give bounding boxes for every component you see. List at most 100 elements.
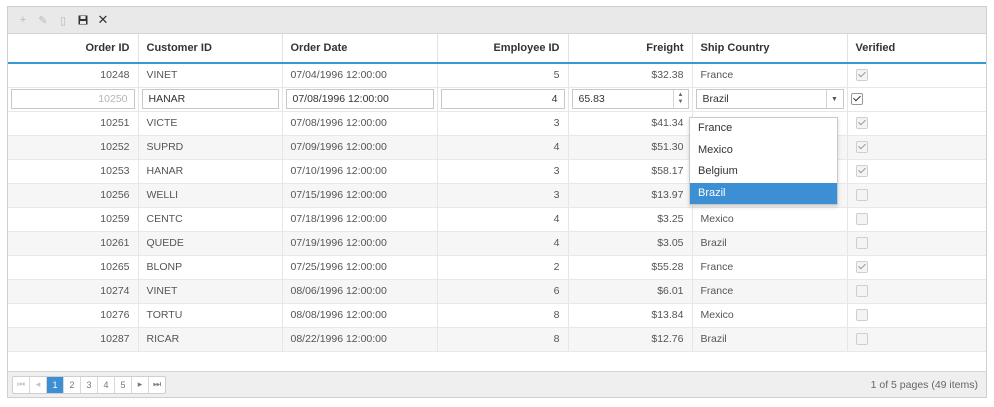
cell-customer-id: HANAR (138, 159, 283, 184)
cell-customer-id: SUPRD (138, 135, 283, 160)
cell-ship-country: France (692, 63, 848, 88)
column-header-verified[interactable]: Verified (847, 34, 986, 64)
cell-customer-id: VINET (138, 63, 283, 88)
table-row[interactable]: 10261 QUEDE 07/19/1996 12:00:00 4 $3.05 Brazi… (8, 231, 986, 256)
column-header-order-id[interactable]: Order ID (8, 34, 139, 64)
header-row: Order ID Customer ID Order Date Employee… (8, 34, 986, 64)
column-header-order-date[interactable]: Order Date (282, 34, 438, 64)
grid-table: Order ID Customer ID Order Date Employee… (8, 34, 986, 352)
cell-employee-id: 6 (437, 279, 569, 304)
save-icon (78, 15, 88, 25)
delete-button[interactable]: ▯ (54, 11, 72, 29)
order-date-input[interactable]: 07/08/1996 12:00:00 (285, 89, 434, 109)
cell-order-id: 10276 (8, 303, 139, 328)
table-row[interactable]: 10251VICTE07/08/1996 12:00:003$41.34Fran… (8, 111, 986, 136)
cell-verified (847, 183, 986, 208)
cell-freight: $41.34 (568, 111, 693, 136)
edit-cell-order-date: 07/08/1996 12:00:00 (282, 87, 438, 112)
cell-verified (847, 327, 986, 352)
spin-buttons[interactable]: ▲ ▼ (672, 90, 688, 108)
page-button-2[interactable]: 2 (64, 376, 81, 393)
cell-ship-country: Brazil (692, 327, 848, 352)
page-button-5[interactable]: 5 (115, 376, 132, 393)
dropdown-option[interactable]: France (690, 118, 837, 140)
table-row[interactable]: 10274 VINET 08/06/1996 12:00:00 6 $6.01 Franc… (8, 279, 986, 304)
close-icon: ✕ (97, 12, 109, 27)
next-page-button[interactable]: ▸ (132, 376, 149, 393)
pager-info: 1 of 5 pages (49 items) (870, 378, 978, 391)
save-button[interactable] (74, 11, 92, 29)
freight-value: 65.83 (578, 93, 605, 105)
column-header-ship-country[interactable]: Ship Country (692, 34, 848, 64)
cell-verified (847, 63, 986, 88)
verified-checkbox (855, 285, 868, 298)
cell-freight: $13.97 (568, 183, 693, 208)
cell-verified (847, 111, 986, 136)
cell-order-id: 10287 (8, 327, 139, 352)
cell-order-date: 08/22/1996 12:00:00 (282, 327, 438, 352)
table-row[interactable]: 10276 TORTU 08/08/1996 12:00:00 8 $13.84 Mexi… (8, 303, 986, 328)
table-row[interactable]: 10287 RICAR 08/22/1996 12:00:00 8 $12.76 Braz… (8, 327, 986, 352)
cell-order-id: 10274 (8, 279, 139, 304)
table-row[interactable]: 10253HANAR07/10/1996 12:00:003$58.17Braz… (8, 159, 986, 184)
table-row[interactable]: 10248 VINET 07/04/1996 12:00:00 5 $32.38 Fran… (8, 63, 986, 88)
edit-button[interactable]: ✎ (34, 11, 52, 29)
cell-verified (847, 207, 986, 232)
table-row-editing[interactable]: 10250 HANAR 07/08/1996 12:00:00 4 65.83 ▲ ▼ Bra… (8, 87, 986, 112)
verified-checkbox (855, 165, 868, 178)
cell-order-date: 07/25/1996 12:00:00 (282, 255, 438, 280)
column-header-employee-id[interactable]: Employee ID (437, 34, 569, 64)
cell-freight: $32.38 (568, 63, 693, 88)
trash-icon: ▯ (59, 14, 67, 27)
cell-employee-id: 3 (437, 159, 569, 184)
cell-customer-id: VINET (138, 279, 283, 304)
dropdown-option-selected[interactable]: Brazil (690, 182, 837, 204)
verified-checkbox (855, 189, 868, 202)
page-button-3[interactable]: 3 (81, 376, 98, 393)
spin-down-icon[interactable]: ▼ (678, 99, 684, 106)
edit-cell-verified (847, 87, 986, 112)
table-row[interactable]: 10256WELLI07/15/1996 12:00:003$13.97Braz… (8, 183, 986, 208)
cell-customer-id: QUEDE (138, 231, 283, 256)
customer-id-input[interactable]: HANAR (141, 89, 279, 109)
last-page-button[interactable]: ⏭ (149, 377, 165, 393)
page-button-4[interactable]: 4 (98, 376, 115, 393)
verified-checkbox (855, 141, 868, 154)
add-button[interactable]: + (14, 11, 32, 29)
dropdown-option[interactable]: Belgium (690, 161, 837, 183)
cell-freight: $3.25 (568, 207, 693, 232)
cell-employee-id: 4 (437, 231, 569, 256)
verified-checkbox[interactable] (850, 93, 863, 106)
cell-freight: $3.05 (568, 231, 693, 256)
page-button-1[interactable]: 1 (47, 376, 64, 393)
prev-page-button[interactable]: ◂ (30, 376, 47, 393)
employee-id-input[interactable]: 4 (440, 89, 565, 109)
cell-ship-country: Mexico (692, 207, 848, 232)
cell-order-date: 07/15/1996 12:00:00 (282, 183, 438, 208)
cell-order-id: 10265 (8, 255, 139, 280)
cancel-button[interactable]: ✕ (94, 11, 112, 29)
table-row[interactable]: 10252SUPRD07/09/1996 12:00:004$51.30Belg… (8, 135, 986, 160)
ship-country-dropdown[interactable]: Brazil ▼ (695, 89, 844, 109)
spin-up-icon[interactable]: ▲ (678, 92, 684, 99)
cell-employee-id: 4 (437, 135, 569, 160)
cell-customer-id: WELLI (138, 183, 283, 208)
cell-freight: $55.28 (568, 255, 693, 280)
edit-cell-order-id: 10250 (8, 87, 139, 112)
cell-ship-country: France (692, 255, 848, 280)
cell-ship-country: France (692, 279, 848, 304)
first-page-button[interactable]: ⏮ (13, 376, 30, 393)
chevron-down-icon[interactable]: ▼ (825, 90, 843, 108)
cell-order-id: 10261 (8, 231, 139, 256)
column-header-freight[interactable]: Freight (568, 34, 693, 64)
cell-employee-id: 3 (437, 183, 569, 208)
column-header-customer-id[interactable]: Customer ID (138, 34, 283, 64)
cell-customer-id: TORTU (138, 303, 283, 328)
table-row[interactable]: 10259 CENTC 07/18/1996 12:00:00 4 $3.25 Mexic… (8, 207, 986, 232)
dropdown-option[interactable]: Mexico (690, 140, 837, 162)
verified-checkbox (855, 213, 868, 226)
table-row[interactable]: 10265 BLONP 07/25/1996 12:00:00 2 $55.28 Fran… (8, 255, 986, 280)
cell-ship-country: Brazil (692, 231, 848, 256)
orders-grid: + ✎ ▯ ✕ Order ID Customer ID Order Date … (7, 6, 987, 398)
freight-numeric-input[interactable]: 65.83 ▲ ▼ (571, 89, 689, 109)
